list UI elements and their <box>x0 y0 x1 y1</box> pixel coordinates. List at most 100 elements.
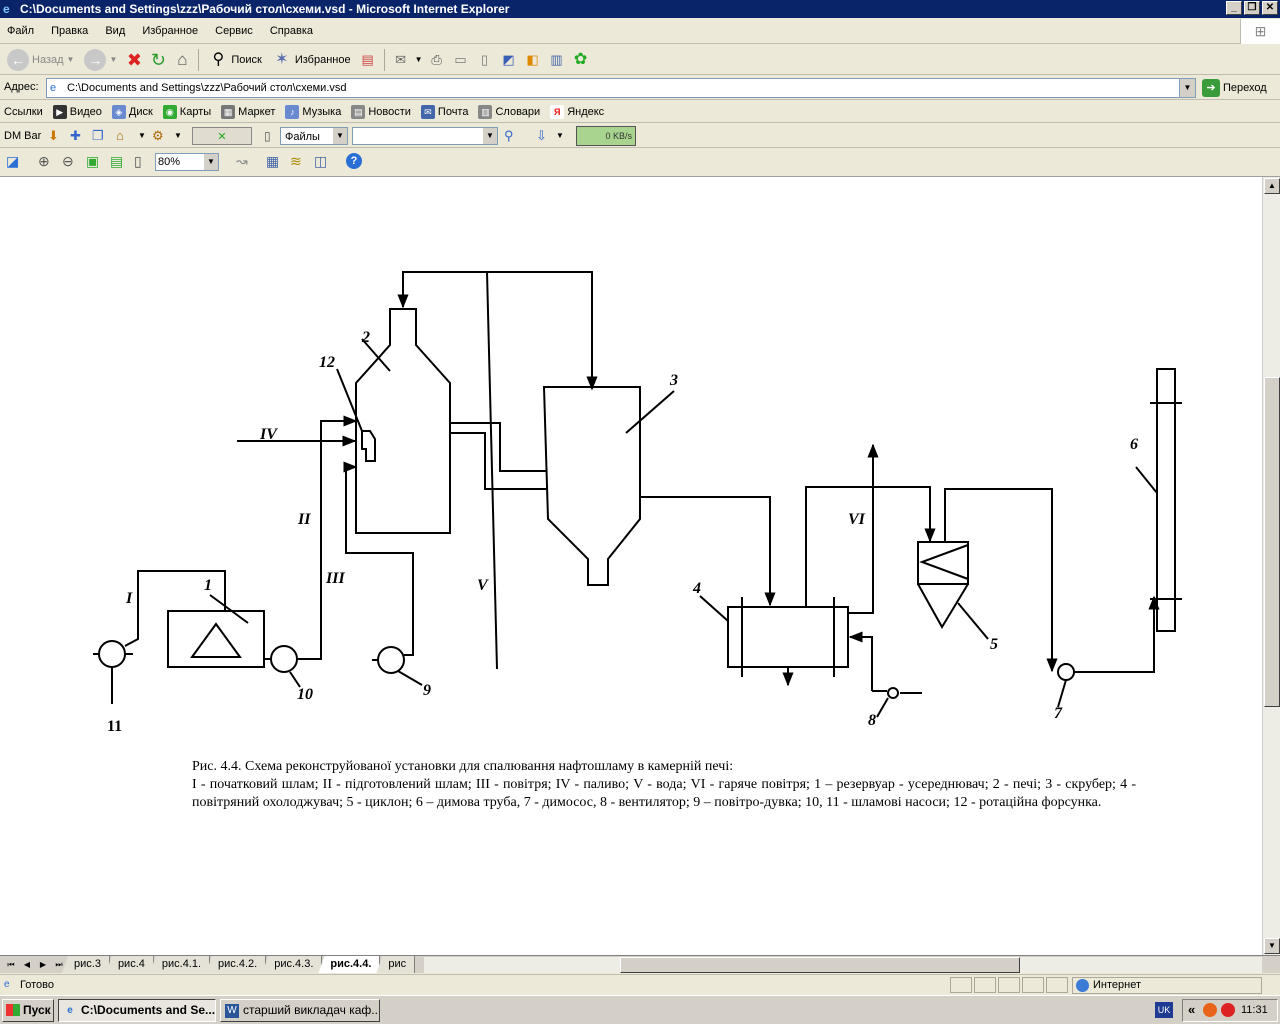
music-icon: ♪ <box>285 104 300 119</box>
discuss-icon[interactable]: ▯ <box>475 50 495 70</box>
menu-help[interactable]: Справка <box>263 19 320 44</box>
menu-file[interactable]: Файл <box>0 19 41 44</box>
tab-ris-4-3[interactable]: рис.4.3. <box>262 956 323 973</box>
page-width-icon[interactable]: ▤ <box>110 153 123 170</box>
first-tab-icon[interactable]: ⏮ <box>4 958 18 972</box>
edit-icon[interactable]: ▭ <box>451 50 471 70</box>
caption-title: Рис. 4.4. Схема реконструйованої установ… <box>192 759 734 774</box>
title-bar: e C:\Documents and Settings\zzz\Рабочий … <box>0 0 1280 18</box>
address-dropdown-icon[interactable]: ▼ <box>1179 79 1195 97</box>
home-icon[interactable]: ⌂ <box>172 50 192 70</box>
zoom-select[interactable]: 80% ▼ <box>155 153 219 171</box>
research-icon[interactable]: ◧ <box>523 50 543 70</box>
forward-button[interactable]: → ▼ <box>81 47 120 73</box>
close-button[interactable]: ✕ <box>1262 1 1278 15</box>
menu-bar: Файл Правка Вид Избранное Сервис Справка… <box>0 19 1280 44</box>
tab-ris-more[interactable]: рис <box>376 956 416 973</box>
visio-toolbar: ◪ ⊕ ⊖ ▣ ▤ ▯ 80% ▼ ↝ ▦ ≋ ◫ ? <box>0 149 1280 177</box>
word-icon: W <box>225 1004 239 1018</box>
link-video[interactable]: ▶ Видео <box>52 104 102 119</box>
link-music[interactable]: ♪ Музыка <box>285 104 341 119</box>
forward-arrow-icon: → <box>84 48 107 71</box>
favorites-button[interactable]: ✶ Избранное <box>269 47 354 73</box>
language-indicator[interactable]: UK <box>1155 1002 1173 1018</box>
link-dictionaries[interactable]: ▥ Словари <box>478 104 540 119</box>
address-input[interactable]: e C:\Documents and Settings\zzz\Рабочий … <box>46 78 1196 98</box>
menu-tools[interactable]: Сервис <box>208 19 260 44</box>
label-II: II <box>297 511 311 528</box>
visio-icon[interactable]: ◪ <box>6 153 19 170</box>
tray-antivirus-icon[interactable] <box>1221 1003 1235 1017</box>
book-icon: ▥ <box>478 104 493 119</box>
menu-view[interactable]: Вид <box>98 19 132 44</box>
properties-icon[interactable]: ≋ <box>290 153 302 170</box>
label-11: 11 <box>107 718 122 735</box>
start-button[interactable]: Пуск <box>2 999 54 1022</box>
dm-sparkle-button[interactable]: ✕ <box>192 127 252 145</box>
dm-arrow-down-icon[interactable]: ⇩ <box>536 127 547 145</box>
dm-window-icon[interactable]: ❐ <box>92 127 104 145</box>
dm-download-icon[interactable]: ⬇ <box>48 127 59 145</box>
task-word-document[interactable]: W старший викладач каф... <box>220 999 380 1022</box>
pan-icon[interactable]: ↝ <box>236 153 248 170</box>
dm-add-icon[interactable]: ✚ <box>70 127 81 145</box>
burner-12 <box>361 430 376 462</box>
link-mail[interactable]: ✉ Почта <box>420 104 468 119</box>
label-1: 1 <box>204 577 212 594</box>
go-button[interactable]: ➔ Переход <box>1202 79 1267 97</box>
tab-ris-4-1[interactable]: рис.4.1. <box>149 956 211 973</box>
horizontal-scrollbar[interactable] <box>424 957 1262 973</box>
icq-flower-icon[interactable]: ✿ <box>571 50 591 70</box>
furnace-2 <box>355 308 451 534</box>
scroll-down-icon[interactable]: ▼ <box>1264 938 1280 954</box>
tab-ris-3[interactable]: рис.3 <box>62 956 110 973</box>
link-market[interactable]: ▦ Маркет <box>221 104 275 119</box>
zoom-out-icon[interactable]: ⊖ <box>62 153 74 170</box>
status-text: Готово <box>20 979 54 991</box>
stop-icon[interactable]: ✖ <box>124 50 144 70</box>
search-button[interactable]: ⚲ Поиск <box>205 47 264 73</box>
minimize-button[interactable]: _ <box>1226 1 1242 15</box>
horizontal-scroll-thumb[interactable] <box>620 957 1020 973</box>
next-tab-icon[interactable]: ▶ <box>36 958 50 972</box>
messenger-icon[interactable]: ◩ <box>499 50 519 70</box>
tab-ris-4[interactable]: рис.4 <box>105 956 154 973</box>
help-icon[interactable]: ? <box>346 153 362 169</box>
mail-icon[interactable]: ✉ <box>391 50 411 70</box>
tray-expand-icon[interactable]: « <box>1188 1002 1195 1017</box>
display-options-icon[interactable]: ◫ <box>314 153 327 170</box>
menu-edit[interactable]: Правка <box>44 19 95 44</box>
tool-icon[interactable]: ▥ <box>547 50 567 70</box>
globe-icon <box>1076 979 1089 992</box>
link-disk[interactable]: ◈ Диск <box>111 104 153 119</box>
layers-icon[interactable]: ▦ <box>266 153 279 170</box>
link-maps[interactable]: ◉ Карты <box>162 104 211 119</box>
pump-10 <box>270 645 298 673</box>
zoom-in-icon[interactable]: ⊕ <box>38 153 50 170</box>
top-feed-line <box>402 271 598 391</box>
scroll-up-icon[interactable]: ▲ <box>1264 178 1280 194</box>
vertical-scrollbar[interactable]: ▲ ▼ <box>1262 177 1280 955</box>
link-yandex[interactable]: Я Яндекс <box>550 104 604 119</box>
back-button[interactable]: ← Назад ▼ <box>4 47 77 73</box>
tab-ris-4-2[interactable]: рис.4.2. <box>206 956 267 973</box>
page-fit-icon[interactable]: ▣ <box>86 153 99 170</box>
refresh-icon[interactable]: ↻ <box>148 50 168 70</box>
actual-size-icon[interactable]: ▯ <box>134 153 142 170</box>
task-ie-window[interactable]: e C:\Documents and Se... <box>58 999 216 1022</box>
tab-ris-4-4[interactable]: рис.4.4. <box>318 956 381 973</box>
menu-favorites[interactable]: Избранное <box>135 19 205 44</box>
dm-search-icon[interactable]: ⚲ <box>504 127 514 145</box>
prev-tab-icon[interactable]: ◀ <box>20 958 34 972</box>
dm-search-input[interactable]: ▼ <box>352 127 498 145</box>
history-icon[interactable]: ▤ <box>358 50 378 70</box>
dm-tool-icon[interactable]: ⚙ <box>152 127 164 145</box>
restore-button[interactable]: ❐ <box>1244 1 1260 15</box>
files-select[interactable]: Файлы ▼ <box>280 127 348 145</box>
vertical-scroll-thumb[interactable] <box>1264 377 1280 707</box>
label-10: 10 <box>297 686 313 703</box>
print-icon[interactable]: ⎙ <box>427 50 447 70</box>
link-news[interactable]: ▤ Новости <box>351 104 411 119</box>
tray-app-icon[interactable] <box>1203 1003 1217 1017</box>
dm-home-icon[interactable]: ⌂ <box>116 127 124 145</box>
